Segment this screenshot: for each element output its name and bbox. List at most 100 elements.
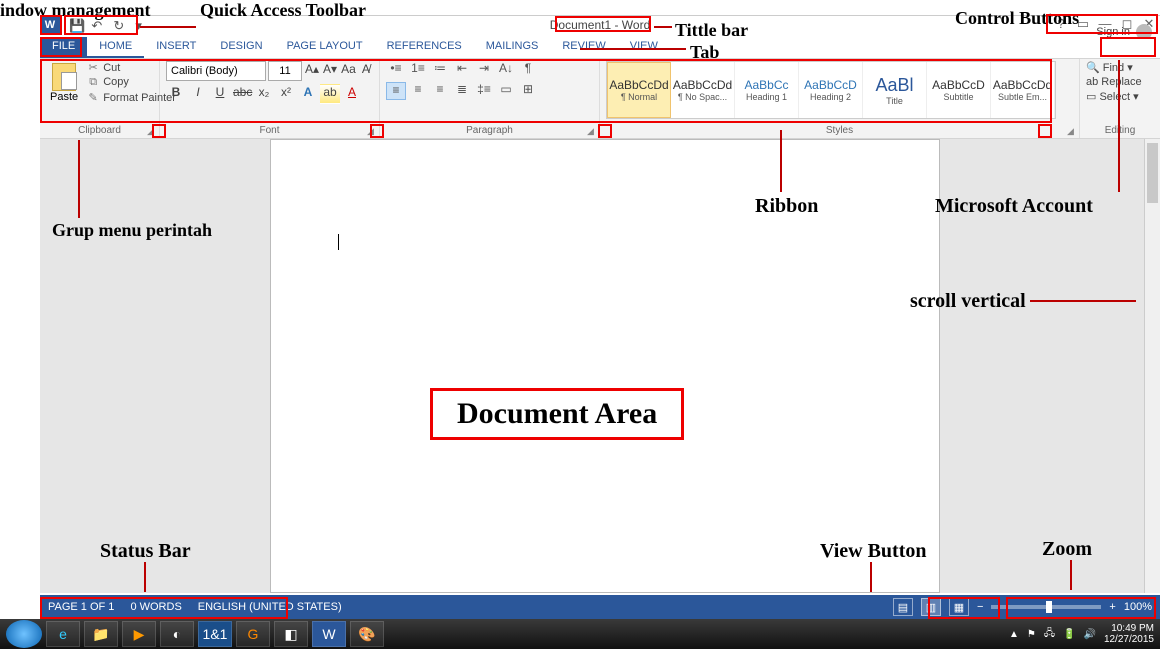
web-layout-button[interactable]: ▦ bbox=[949, 598, 969, 616]
select-button[interactable]: ▭ Select ▾ bbox=[1086, 90, 1142, 103]
volume-icon[interactable]: 🔊 bbox=[1083, 629, 1095, 640]
find-button[interactable]: 🔍 Find ▾ bbox=[1086, 61, 1142, 74]
style-no-spacing[interactable]: AaBbCcDd¶ No Spac... bbox=[671, 62, 735, 118]
shrink-font-button[interactable]: A▾ bbox=[322, 61, 338, 81]
change-case-button[interactable]: Aa bbox=[340, 61, 357, 81]
styles-launcher-icon[interactable]: ◢ bbox=[1067, 126, 1077, 136]
line-account bbox=[1118, 60, 1120, 192]
app-taskbar-icon-2[interactable]: G bbox=[236, 621, 270, 647]
tab-design[interactable]: DESIGN bbox=[208, 37, 274, 58]
group-font: A▴ A▾ Aa A̸ B I U abc x₂ x² A ab A Font … bbox=[160, 59, 380, 138]
font-name-input[interactable] bbox=[166, 61, 266, 81]
media-player-icon[interactable]: ▶ bbox=[122, 621, 156, 647]
align-center-button[interactable]: ≡ bbox=[408, 82, 428, 100]
start-button[interactable] bbox=[6, 620, 42, 648]
styles-gallery[interactable]: AaBbCcDd¶ Normal AaBbCcDd¶ No Spac... Aa… bbox=[606, 61, 1056, 119]
style-subtitle[interactable]: AaBbCcDSubtitle bbox=[927, 62, 991, 118]
text-effects-button[interactable]: A bbox=[298, 84, 318, 104]
word-taskbar-icon[interactable]: W bbox=[312, 621, 346, 647]
paste-icon bbox=[52, 63, 76, 91]
tab-insert[interactable]: INSERT bbox=[144, 37, 208, 58]
align-left-button[interactable]: ≡ bbox=[386, 82, 406, 100]
annotation-tab: Tab bbox=[690, 42, 719, 63]
style-normal[interactable]: AaBbCcDd¶ Normal bbox=[607, 62, 671, 118]
decrease-indent-button[interactable]: ⇤ bbox=[452, 61, 472, 79]
multilevel-list-button[interactable]: ≔ bbox=[430, 61, 450, 79]
paint-taskbar-icon[interactable]: 🎨 bbox=[350, 621, 384, 647]
show-marks-button[interactable]: ¶ bbox=[518, 61, 538, 79]
bullets-button[interactable]: •≡ bbox=[386, 61, 406, 79]
group-paragraph: •≡ 1≡ ≔ ⇤ ⇥ A↓ ¶ ≡ ≡ ≡ ≣ ‡≡ ▭ ⊞ Paragrap… bbox=[380, 59, 600, 138]
annotation-ms-account: Microsoft Account bbox=[935, 195, 1093, 218]
replace-button[interactable]: ab Replace bbox=[1086, 76, 1142, 88]
style-subtle-em[interactable]: AaBbCcDdSubtle Em... bbox=[991, 62, 1055, 118]
style-heading1[interactable]: AaBbCcHeading 1 bbox=[735, 62, 799, 118]
style-title[interactable]: AaBlTitle bbox=[863, 62, 927, 118]
line-ribbon bbox=[780, 130, 782, 192]
group-label-paragraph: Paragraph bbox=[386, 123, 593, 138]
grow-font-button[interactable]: A▴ bbox=[304, 61, 320, 81]
style-heading2[interactable]: AaBbCcDHeading 2 bbox=[799, 62, 863, 118]
superscript-button[interactable]: x² bbox=[276, 84, 296, 104]
tray-icon[interactable]: ▲ bbox=[1009, 629, 1019, 640]
page-status[interactable]: PAGE 1 OF 1 bbox=[48, 601, 114, 613]
print-layout-button[interactable]: ▥ bbox=[921, 598, 941, 616]
strikethrough-button[interactable]: abc bbox=[232, 84, 252, 104]
sort-button[interactable]: A↓ bbox=[496, 61, 516, 79]
cut-icon: ✂ bbox=[86, 61, 100, 74]
annotation-scroll: scroll vertical bbox=[910, 290, 1026, 313]
tab-page-layout[interactable]: PAGE LAYOUT bbox=[275, 37, 375, 58]
document-page[interactable] bbox=[270, 139, 940, 593]
battery-icon[interactable]: 🔋 bbox=[1063, 629, 1075, 640]
language-status[interactable]: ENGLISH (UNITED STATES) bbox=[198, 601, 342, 613]
line-qat bbox=[140, 26, 196, 28]
scroll-thumb[interactable] bbox=[1147, 143, 1158, 203]
network-icon[interactable]: 🖧 bbox=[1044, 626, 1055, 643]
copy-icon: ⧉ bbox=[86, 76, 100, 89]
line-scroll bbox=[1030, 300, 1136, 302]
clipboard-launcher-icon[interactable]: ◢ bbox=[147, 126, 157, 136]
italic-button[interactable]: I bbox=[188, 84, 208, 104]
borders-button[interactable]: ⊞ bbox=[518, 82, 538, 100]
paragraph-launcher-icon[interactable]: ◢ bbox=[587, 126, 597, 136]
tab-home[interactable]: HOME bbox=[87, 37, 144, 58]
line-spacing-button[interactable]: ‡≡ bbox=[474, 82, 494, 100]
justify-button[interactable]: ≣ bbox=[452, 82, 472, 100]
group-styles: AaBbCcDd¶ Normal AaBbCcDd¶ No Spac... Aa… bbox=[600, 59, 1080, 138]
tab-file[interactable]: FILE bbox=[40, 37, 87, 58]
zoom-out-button[interactable]: − bbox=[977, 601, 983, 613]
read-mode-button[interactable]: ▤ bbox=[893, 598, 913, 616]
shading-button[interactable]: ▭ bbox=[496, 82, 516, 100]
paste-button[interactable]: Paste bbox=[46, 61, 82, 123]
word-count[interactable]: 0 WORDS bbox=[130, 601, 181, 613]
action-center-icon[interactable]: ⚑ bbox=[1027, 629, 1036, 640]
vertical-scrollbar[interactable] bbox=[1144, 139, 1160, 593]
ribbon: Paste ✂ Cut ⧉ Copy ✎ Format Painter Clip… bbox=[40, 59, 1160, 139]
app-taskbar-icon-3[interactable]: ◧ bbox=[274, 621, 308, 647]
align-right-button[interactable]: ≡ bbox=[430, 82, 450, 100]
zoom-in-button[interactable]: + bbox=[1109, 601, 1115, 613]
zoom-level[interactable]: 100% bbox=[1124, 601, 1152, 613]
increase-indent-button[interactable]: ⇥ bbox=[474, 61, 494, 79]
tab-mailings[interactable]: MAILINGS bbox=[474, 37, 551, 58]
chrome-taskbar-icon[interactable]: ◐ bbox=[160, 621, 194, 647]
font-color-button[interactable]: A bbox=[342, 84, 362, 104]
tray-clock[interactable]: 10:49 PM 12/27/2015 bbox=[1104, 623, 1154, 645]
text-cursor bbox=[338, 234, 339, 250]
bold-button[interactable]: B bbox=[166, 84, 186, 104]
annotation-control-buttons: Control Buttons bbox=[955, 8, 1079, 29]
highlight-button[interactable]: ab bbox=[320, 84, 340, 104]
font-size-input[interactable] bbox=[268, 61, 302, 81]
line-title bbox=[654, 26, 672, 28]
clear-formatting-button[interactable]: A̸ bbox=[359, 61, 373, 81]
tab-references[interactable]: REFERENCES bbox=[375, 37, 474, 58]
ie-taskbar-icon[interactable]: e bbox=[46, 621, 80, 647]
numbering-button[interactable]: 1≡ bbox=[408, 61, 428, 79]
underline-button[interactable]: U bbox=[210, 84, 230, 104]
windows-taskbar: e 📁 ▶ ◐ 1&1 G ◧ W 🎨 ▲ ⚑ 🖧 🔋 🔊 10:49 PM 1… bbox=[0, 619, 1160, 649]
app-taskbar-icon-1[interactable]: 1&1 bbox=[198, 621, 232, 647]
zoom-slider[interactable] bbox=[991, 605, 1101, 609]
subscript-button[interactable]: x₂ bbox=[254, 84, 274, 104]
font-launcher-icon[interactable]: ◢ bbox=[367, 126, 377, 136]
explorer-taskbar-icon[interactable]: 📁 bbox=[84, 621, 118, 647]
